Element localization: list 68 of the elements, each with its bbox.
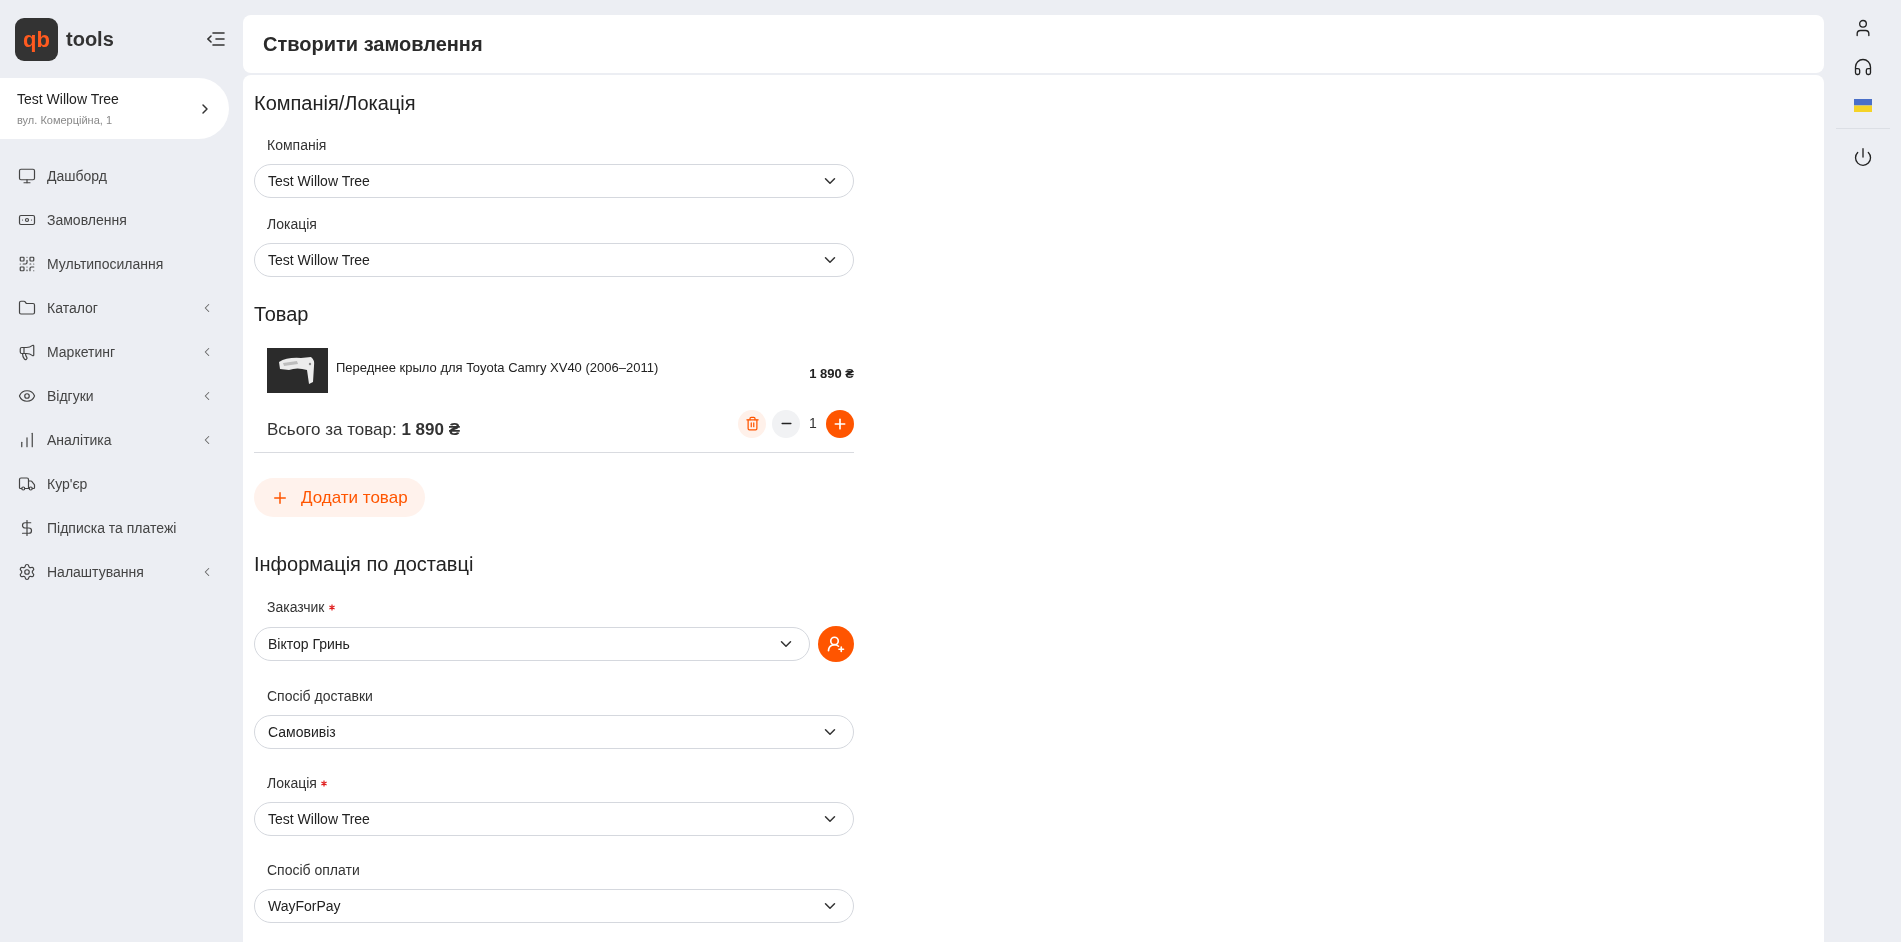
select-field[interactable]: Віктор Гринь (254, 627, 810, 661)
flag-icon[interactable] (1853, 99, 1872, 112)
delete-button[interactable] (738, 409, 766, 438)
menu-icon (18, 343, 36, 361)
power-icon[interactable] (1852, 147, 1873, 167)
select-value: Test Willow Tree (268, 809, 370, 829)
section-title: Товар (254, 302, 310, 325)
sidebar-label: Підписка та платежі (47, 518, 177, 538)
menu-icon (18, 255, 36, 273)
field-label: Локація (267, 773, 317, 793)
location-name: Test Willow Tree (17, 89, 119, 109)
sidebar-label: Маркетинг (47, 342, 116, 362)
section-title: Компанія/Локація (254, 91, 417, 114)
menu-icon (18, 475, 36, 493)
menu-icon (18, 167, 36, 185)
select-field[interactable]: Test Willow Tree (254, 243, 854, 277)
sidebar-item[interactable]: Кур'єр (0, 462, 243, 506)
field-label: Спосіб оплати (267, 860, 360, 880)
location-address: вул. Комерційна, 1 (17, 112, 114, 128)
sidebar-item[interactable]: Аналітика (0, 418, 243, 462)
sidebar-label: Каталог (47, 298, 98, 318)
field-label: Локація (267, 214, 317, 234)
trash-icon (744, 416, 760, 431)
sidebar-item[interactable]: Підписка та платежі (0, 506, 243, 550)
collapse-sidebar-icon[interactable] (207, 32, 225, 46)
headset-icon[interactable] (1852, 57, 1873, 77)
sidebar-label: Аналітика (47, 430, 112, 450)
select-field[interactable]: WayForPay (254, 889, 854, 923)
sidebar-item[interactable]: Налаштування (0, 550, 243, 594)
menu-icon (18, 563, 36, 581)
quantity-value: 1 (808, 414, 818, 433)
field-label: Компанія (267, 135, 327, 155)
increase-button[interactable] (826, 409, 854, 438)
sidebar-label: Дашборд (47, 166, 107, 186)
menu-icon (18, 431, 36, 449)
product-name: Переднее крыло для Toyota Camry XV40 (2006–2011) (336, 359, 659, 377)
select-value: Самовивіз (268, 722, 336, 742)
sidebar-item[interactable]: Каталог (0, 286, 243, 330)
product-price: 1 890 ₴ (809, 365, 854, 383)
select-value: Test Willow Tree (268, 250, 370, 270)
user-plus-icon (827, 635, 845, 653)
logo-badge: qb (15, 17, 58, 61)
select-field[interactable]: Test Willow Tree (254, 164, 854, 198)
sidebar-label: Замовлення (47, 210, 127, 230)
sidebar-label: Налаштування (47, 562, 144, 582)
sidebar-item[interactable]: Дашборд (0, 154, 243, 198)
sidebar-item[interactable]: Мультипосилання (0, 242, 243, 286)
add-customer-button[interactable] (818, 626, 854, 662)
sidebar-label: Кур'єр (47, 474, 88, 494)
select-value: Test Willow Tree (268, 171, 370, 191)
menu-icon (18, 387, 36, 405)
product-total: Всього за товар: 1 890 ₴ (267, 418, 460, 441)
section-title: Інформація по доставці (254, 552, 475, 575)
logo-text: tools (66, 27, 114, 52)
menu-icon (18, 299, 36, 317)
sidebar-item[interactable]: Відгуки (0, 374, 243, 418)
select-value: Віктор Гринь (268, 634, 350, 654)
select-field[interactable]: Самовивіз (254, 715, 854, 749)
field-label: Спосіб доставки (267, 686, 373, 706)
sidebar-label: Мультипосилання (47, 254, 164, 274)
sidebar-item[interactable]: Замовлення (0, 198, 243, 242)
select-field[interactable]: Test Willow Tree (254, 802, 854, 836)
sidebar-label: Відгуки (47, 386, 94, 406)
select-value: WayForPay (268, 896, 341, 916)
field-label: Заказчик (267, 597, 325, 617)
sidebar-item[interactable]: Маркетинг (0, 330, 243, 374)
page-title: Створити замовлення (263, 32, 483, 57)
location-card[interactable]: Test Willow Tree вул. Комерційна, 1 (0, 78, 229, 139)
